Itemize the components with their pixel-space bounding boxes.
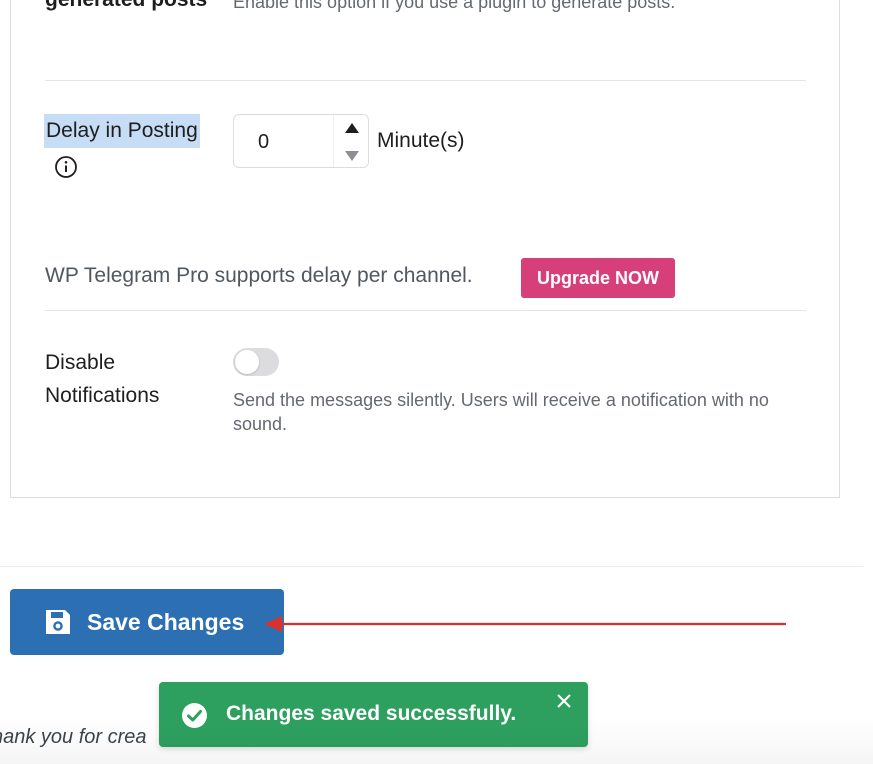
footer-text: hank you for crea: [0, 726, 147, 748]
disable-notifications-label: Disable Notifications: [45, 346, 159, 412]
info-circle-icon[interactable]: [54, 155, 78, 179]
step-up-icon[interactable]: [345, 123, 359, 133]
floppy-disk-icon: [46, 610, 70, 634]
pro-notice-text: WP Telegram Pro supports delay per chann…: [45, 264, 473, 287]
previous-setting-label: generated posts: [45, 0, 207, 12]
upgrade-now-button[interactable]: Upgrade NOW: [521, 258, 675, 298]
divider: [45, 80, 806, 81]
section-divider: [0, 566, 863, 567]
save-changes-button[interactable]: Save Changes: [10, 589, 284, 655]
close-icon[interactable]: [556, 693, 572, 709]
previous-setting-description: Enable this option if you use a plugin t…: [233, 0, 676, 12]
step-down-icon[interactable]: [345, 151, 359, 161]
divider: [45, 310, 806, 311]
disable-notifications-toggle[interactable]: [233, 348, 279, 376]
delay-label: Delay in Posting: [44, 114, 200, 148]
delay-stepper[interactable]: [333, 115, 368, 167]
annotation-arrow-icon: [264, 616, 786, 632]
check-circle-icon: [182, 703, 207, 728]
delay-unit: Minute(s): [377, 129, 465, 152]
delay-input[interactable]: 0: [233, 114, 369, 168]
toast-message: Changes saved successfully.: [226, 702, 517, 725]
toggle-knob: [235, 350, 259, 374]
disable-notifications-label-line2: Notifications: [45, 384, 160, 407]
disable-notifications-label-line1: Disable: [45, 351, 116, 374]
delay-value: 0: [258, 131, 270, 153]
success-toast: Changes saved successfully.: [159, 682, 588, 747]
disable-notifications-description: Send the messages silently. Users will r…: [233, 390, 769, 434]
save-changes-label: Save Changes: [87, 608, 245, 635]
